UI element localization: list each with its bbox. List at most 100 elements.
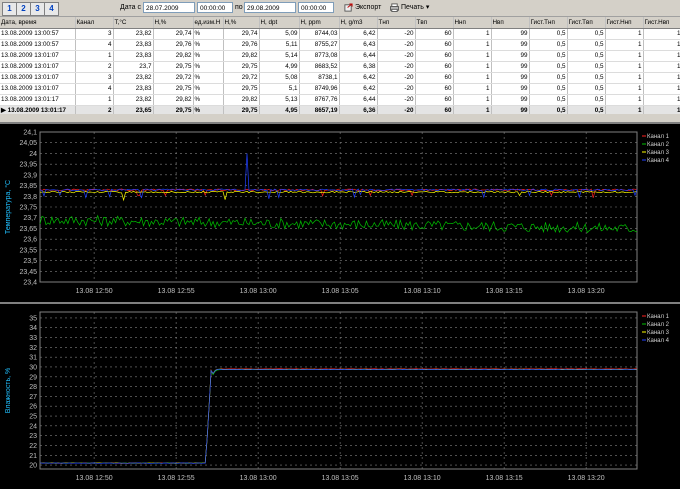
toolbar: 1 2 3 4 Дата с 28.07.2009 00:00:00 по 29… <box>0 0 680 17</box>
table-cell: % <box>193 50 224 62</box>
y-tick-label: 27 <box>29 394 37 401</box>
table-row[interactable]: 13.08.2009 13:00:57 4 23,83 29,76% 29,76 5,11… <box>0 39 680 51</box>
column-header[interactable]: H, dpt <box>259 17 300 29</box>
table-cell: 0,5 <box>529 94 568 106</box>
table-cell: 60 <box>415 61 454 73</box>
table-cell: 1 <box>453 94 492 106</box>
table-cell: 0,5 <box>567 50 606 62</box>
time-from-field[interactable]: 00:00:00 <box>197 2 233 13</box>
y-tick-label: 28 <box>29 384 37 391</box>
y-tick-label: 23,85 <box>19 183 37 190</box>
y-tick-label: 21 <box>29 453 37 460</box>
y-tick-label: 23,8 <box>23 194 37 201</box>
column-header[interactable]: Канал <box>75 17 114 29</box>
column-header[interactable]: Hвп <box>491 17 530 29</box>
column-header[interactable]: Гист.Hвп <box>643 17 680 29</box>
table-row[interactable]: 13.08.2009 13:01:07 2 23,7 29,75% 29,75 4,99 8… <box>0 61 680 73</box>
table-cell: 5,13 <box>259 94 300 106</box>
time-to-field[interactable]: 00:00:00 <box>298 2 334 13</box>
table-cell: 1 <box>643 39 680 51</box>
column-header[interactable]: T,°C <box>113 17 154 29</box>
table-cell: 29,72 <box>153 72 194 84</box>
column-header[interactable]: Гист.Tвп <box>567 17 606 29</box>
print-button[interactable]: Печать ▾ <box>390 2 429 14</box>
legend-item: Канал 1 <box>647 134 670 140</box>
column-header[interactable]: Гист.Tнп <box>529 17 568 29</box>
y-tick-label: 20 <box>29 463 37 470</box>
table-row[interactable]: 13.08.2009 13:01:17 1 23,82 29,82% 29,82 5,13… <box>0 94 680 106</box>
x-tick-label: 13.08 12:55 <box>158 475 195 482</box>
table-cell: 1 <box>605 83 644 95</box>
column-header[interactable]: Hнп <box>453 17 492 29</box>
date-from-field[interactable]: 28.07.2009 <box>143 2 195 13</box>
column-header[interactable]: H,% <box>153 17 194 29</box>
column-header[interactable]: H, ppm <box>299 17 340 29</box>
tab-2[interactable]: 2 <box>16 2 31 16</box>
export-label: Экспорт <box>355 4 382 11</box>
table-cell: 1 <box>605 61 644 73</box>
column-header[interactable]: Дата, время <box>0 17 76 29</box>
column-header[interactable]: Tнп <box>377 17 416 29</box>
date-to-label: по <box>235 4 243 11</box>
table-row[interactable]: 13.08.2009 13:01:07 4 23,83 29,75% 29,75 5,1 8… <box>0 83 680 95</box>
table-cell: 1 <box>605 94 644 106</box>
table-cell: 5,14 <box>259 50 300 62</box>
y-axis-label: Температура, °С <box>4 180 12 234</box>
y-tick-label: 23,9 <box>23 172 37 179</box>
table-cell: 60 <box>415 72 454 84</box>
table-cell: 6,44 <box>339 50 378 62</box>
table-cell: 60 <box>415 94 454 106</box>
table-cell: 1 <box>605 28 644 40</box>
table-cell: 5,11 <box>259 39 300 51</box>
tab-3[interactable]: 3 <box>30 2 45 16</box>
export-button[interactable]: Экспорт <box>344 2 381 14</box>
table-cell: 23,82 <box>113 72 154 84</box>
table-cell: 6,38 <box>339 61 378 73</box>
date-to-field[interactable]: 29.08.2009 <box>244 2 296 13</box>
table-cell: 6,42 <box>339 72 378 84</box>
table-cell: 1 <box>75 50 114 62</box>
table-cell: 29,82 <box>223 94 260 106</box>
x-tick-label: 13.08 13:15 <box>486 288 523 295</box>
legend-item: Канал 3 <box>647 330 670 336</box>
table-cell: 5,08 <box>259 72 300 84</box>
legend-item: Канал 3 <box>647 150 670 156</box>
y-tick-label: 26 <box>29 404 37 411</box>
table-cell: % <box>193 72 224 84</box>
x-tick-label: 13.08 13:00 <box>240 288 277 295</box>
splitter[interactable] <box>0 114 680 122</box>
printer-icon <box>390 3 399 12</box>
table-row[interactable]: 13.08.2009 13:01:07 1 23,83 29,82% 29,82 5,14… <box>0 50 680 62</box>
table-cell: 99 <box>491 61 530 73</box>
x-tick-label: 13.08 13:20 <box>568 475 605 482</box>
table-cell: 0,5 <box>567 61 606 73</box>
table-cell: 13.08.2009 13:01:07 <box>0 50 76 62</box>
table-cell: 1 <box>605 50 644 62</box>
temperature-chart: 23,4 23,45 23,5 23,55 23,6 23,65 23,7 23,75 23,8… <box>4 130 670 296</box>
table-cell: 29,75 <box>153 83 194 95</box>
table-cell: 1 <box>643 50 680 62</box>
tab-4[interactable]: 4 <box>44 2 59 16</box>
table-cell: 23,83 <box>113 83 154 95</box>
y-axis-label: Влажность, % <box>5 368 12 414</box>
table-cell: 99 <box>491 50 530 62</box>
table-cell: -20 <box>377 39 416 51</box>
table-cell: 0,5 <box>567 72 606 84</box>
table-cell: 8773,08 <box>299 50 340 62</box>
table-cell: 4 <box>75 39 114 51</box>
table-row[interactable]: 13.08.2009 13:00:57 3 23,82 29,74% 29,74 5,09… <box>0 28 680 40</box>
column-header[interactable]: H,% <box>223 17 260 29</box>
y-tick-label: 24,05 <box>19 140 37 147</box>
column-header[interactable]: Гист.Hнп <box>605 17 644 29</box>
tab-1[interactable]: 1 <box>2 2 17 16</box>
column-header[interactable]: Tвп <box>415 17 454 29</box>
column-header[interactable]: H, g/m3 <box>339 17 378 29</box>
table-cell: 0,5 <box>567 94 606 106</box>
table-cell: 13.08.2009 13:01:07 <box>0 83 76 95</box>
column-header[interactable]: ед.изм.H <box>193 17 224 29</box>
table-row[interactable]: 13.08.2009 13:01:07 3 23,82 29,72% 29,72 5,08… <box>0 72 680 84</box>
table-cell: 4,99 <box>259 61 300 73</box>
table-cell: 60 <box>415 28 454 40</box>
table-cell: 1 <box>643 61 680 73</box>
y-tick-label: 23,95 <box>19 162 37 169</box>
